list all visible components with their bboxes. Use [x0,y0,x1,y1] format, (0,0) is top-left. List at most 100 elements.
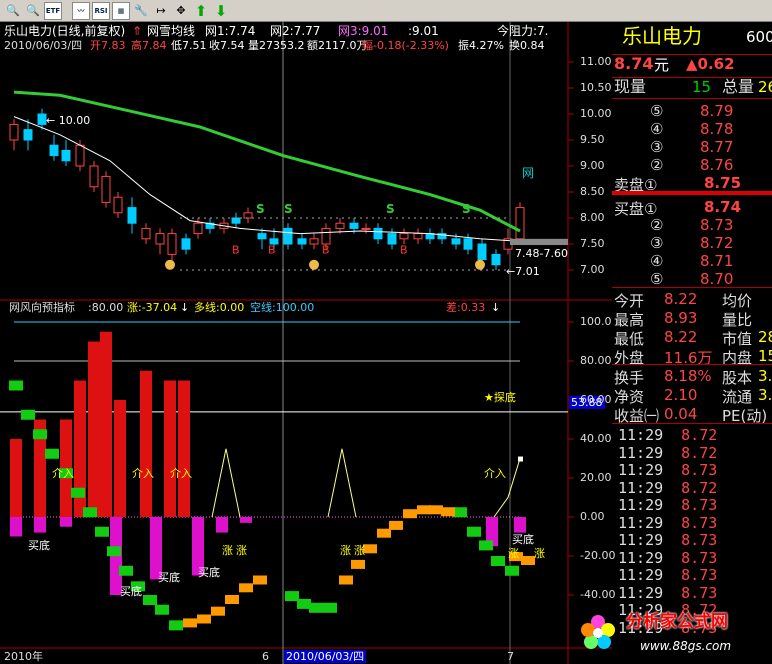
candle-body [349,222,359,229]
trade-time: 11:29 [618,583,664,602]
magenta-volume-bar [514,517,526,533]
orange-trend-block [417,505,431,515]
candle-body [361,227,371,230]
buy-level-mark: ⑤ [650,270,664,288]
price-axis-tick: 7.00 [580,263,605,276]
candle-body [155,233,165,245]
down-arrow-icon: ↓ [180,301,190,314]
total-volume: 26 [758,78,772,96]
bar-open: 开7.83 [90,39,126,52]
sub-period: :80.00 [88,301,124,314]
orange-trend-block [441,507,455,517]
last-price: 8.74 [614,54,654,73]
magnifier-icon[interactable]: 🔍 [4,2,22,20]
export-icon[interactable]: ↦ [152,2,170,20]
sub-diff: 差:0.33 [446,301,486,314]
orange-trend-block [377,528,391,538]
high-price-label: ← 10.00 [46,114,91,127]
magenta-volume-bar [10,517,22,537]
watermark-title: 分析家公式网 [626,612,728,632]
candle-body [89,165,99,188]
arrow-up-icon[interactable]: ⬆ [192,2,210,20]
orange-trend-block [389,520,403,530]
candle-body [399,233,409,240]
resistance-band [510,238,568,246]
net1-label: 网1:7.74 [205,24,256,38]
fund-row-label: 净资 [614,388,645,406]
indicator-axis-tick: -40.00 [580,588,616,601]
trade-row: 11:29 8.73 [618,514,717,532]
sell-price: 8.77 [700,138,734,156]
zoom-icon[interactable]: 🔍 [24,2,42,20]
sell-level-row: ③ 8.77 [612,138,772,156]
green-trend-block [505,565,519,576]
trade-row: 11:29 8.72 [618,444,717,462]
rise-label: 涨 [354,544,365,557]
trade-price: 8.73 [681,531,718,549]
sell-signal-icon: S [386,202,395,216]
stat-row-label: 量比 [722,311,753,329]
orange-trend-block [403,509,417,519]
chart-icon[interactable]: 〰 [72,1,90,20]
stat-row: 外盘11.6万内盘15 [612,347,772,367]
rsi-icon[interactable]: RSI [92,1,110,20]
price-unit: 元 [654,56,670,74]
candle-body [335,222,345,229]
candle-body [321,227,331,245]
net2-label: 网2:7.77 [270,24,321,38]
bar-change: 幅-0.18(-2.33%) [362,39,449,52]
stat-row-label: 今开 [614,292,645,310]
buy1-price: 8.74 [704,198,742,216]
fund-row-label: 流通 [722,388,753,406]
green-trend-block [309,602,323,613]
arrow-down-icon[interactable]: ⬇ [212,2,230,20]
candle-body [101,175,111,203]
sell-price: 8.78 [700,120,734,138]
magenta-volume-bar [34,517,46,533]
bar-amplitude: 振4.27% [458,39,504,52]
orange-trend-block [351,559,365,569]
sell-level-row: ⑤ 8.79 [612,102,772,120]
green-trend-block [467,526,481,537]
grid-icon[interactable]: ▦ [112,1,130,20]
green-trend-block [71,487,85,498]
range-label: 7.48-7.60 [515,247,568,260]
orange-trend-block [225,595,239,604]
stat-row-label: 最低 [614,330,645,348]
green-trend-block [119,565,133,576]
up-arrow-icon: ⇑ [132,24,143,38]
entry-label: 介入 [52,467,74,480]
fund-row-label: 换手 [614,369,645,387]
etf-icon[interactable]: ETF [44,1,62,20]
sell-level-1-row: 卖盘① 8.75 [612,174,772,194]
tool-icon[interactable]: 🔧 [132,2,150,20]
bottom-buy-label: 买底 [158,571,180,584]
sell-level-mark: ② [650,156,664,174]
kline-chart[interactable]: B B B B S S S S [0,22,612,664]
sub-title: 网风向预指标 [9,301,75,314]
stat-row: 最低 8.22 市值 28 [612,328,772,348]
stat-row-label: 均价 [722,292,753,310]
trade-time: 11:29 [618,566,664,584]
sell1-price: 8.75 [704,174,742,192]
candle-body [451,238,461,245]
candle-body [193,222,203,235]
move-icon[interactable]: ✥ [172,2,190,20]
candle-body [463,238,473,250]
quote-panel: 乐山电力 600 8.74 元 ▲0.62 现量 15 总量 26 ⑤8.79④… [612,22,772,664]
fund-row: 收益㈠ 0.04 PE(动) [612,405,772,425]
indicator-axis-tick: 60.00 [580,393,612,406]
x-axis-right: 7 [507,650,514,663]
orange-trend-block [197,614,211,624]
green-trend-block [453,507,467,518]
buy-signal-icon: B [322,243,330,256]
stat-row-value: 28 [758,328,772,346]
bar-close: 收7.54 [209,39,245,52]
price-axis-tick: 10.00 [580,107,612,120]
trade-time: 11:29 [618,478,664,497]
green-trend-block [107,546,121,557]
watermark-logo-icon [578,612,618,654]
green-trend-block [21,409,35,420]
stock-code: 600 [746,28,772,46]
sub-multi: 多线:0.00 [194,301,245,314]
